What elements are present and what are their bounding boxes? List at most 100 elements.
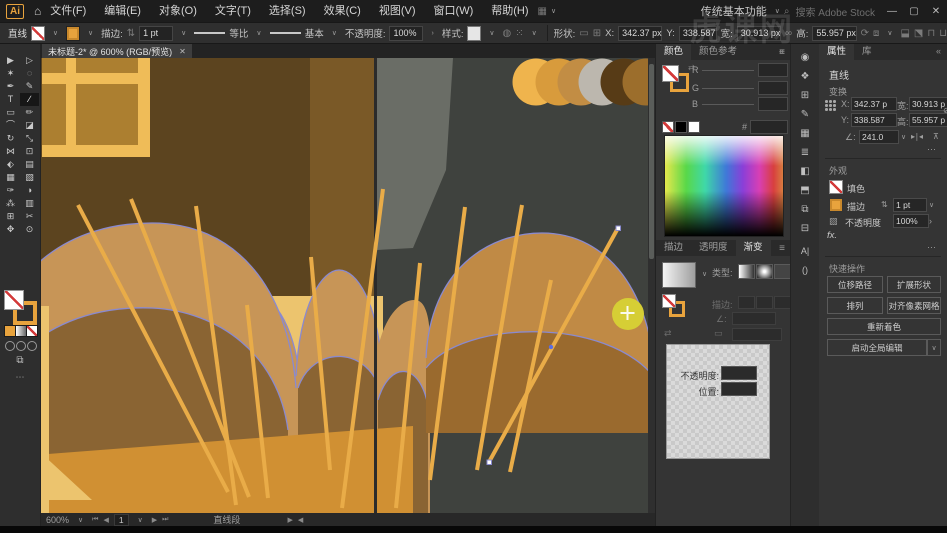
pathfinder-exclude-icon[interactable]: ⊔ (939, 28, 947, 39)
anchor-midpoint[interactable] (548, 344, 554, 350)
menu-view[interactable]: 视图(V) (370, 0, 425, 22)
r-value[interactable] (758, 63, 788, 77)
y-value[interactable]: 338.587 (678, 25, 717, 41)
screen-mode-icon[interactable]: ⧉ (6, 355, 34, 366)
pathfinder-minus-icon[interactable]: ⬔ (914, 28, 923, 39)
panel-libraries-icon[interactable]: ⬒ (791, 185, 819, 196)
brush-label[interactable]: 基本 (305, 26, 324, 40)
flip-horizontal-icon[interactable]: ▸∣◂ (911, 132, 923, 141)
b-slider[interactable] (702, 104, 754, 105)
tool-artboard[interactable]: ⊞ (1, 210, 20, 223)
chevron-down-icon[interactable]: ∨ (532, 29, 537, 37)
fill-swatch-none[interactable] (31, 25, 45, 41)
prev-artboard-icon[interactable]: ◀ (103, 516, 108, 524)
global-edit-button[interactable]: 启动全局编辑 (827, 339, 927, 356)
pathfinder-intersect-icon[interactable]: ⊓ (927, 28, 935, 39)
more-options-icon[interactable]: ··· (927, 144, 936, 154)
chevron-down-icon[interactable]: ∨ (78, 516, 83, 524)
black-swatch[interactable] (675, 121, 687, 133)
tool-slice[interactable]: ✂ (20, 210, 39, 223)
width-field[interactable]: 30.913 p (909, 97, 947, 111)
fill-proxy-none[interactable] (4, 290, 24, 310)
tool-graph[interactable]: ▥ (20, 197, 39, 210)
chevron-right-icon[interactable]: › (929, 216, 932, 226)
window-pane[interactable] (42, 58, 66, 73)
fill-swatch-none[interactable] (829, 180, 843, 194)
linear-gradient-button[interactable] (738, 264, 755, 279)
chevron-down-icon[interactable]: ∨ (901, 133, 906, 141)
panel-layers-icon[interactable]: ≣ (791, 147, 819, 158)
fx-button[interactable]: fx. (827, 230, 837, 241)
window-pane[interactable] (76, 84, 138, 145)
menu-effect[interactable]: 效果(C) (315, 0, 370, 22)
flip-vertical-icon[interactable]: ⊼ (933, 132, 939, 141)
tool-pencil[interactable]: ✏ (20, 106, 39, 119)
stroke-swatch[interactable] (829, 198, 843, 212)
panel-paragraph-icon[interactable]: () (791, 265, 819, 275)
tool-free-transform[interactable]: ⊡ (20, 145, 39, 158)
color-spectrum[interactable] (664, 135, 784, 237)
tab-libraries[interactable]: 库 (854, 44, 880, 60)
menu-object[interactable]: 对象(O) (150, 0, 206, 22)
align-objects-icon[interactable]: ⧈ (873, 28, 879, 39)
document-setup-icon[interactable]: ◍ (502, 28, 511, 39)
gradient-angle-field[interactable] (732, 312, 776, 325)
window-pane[interactable] (76, 58, 138, 73)
recolor-button[interactable]: 重新着色 (827, 318, 941, 335)
tab-transparency[interactable]: 透明度 (691, 240, 736, 256)
tool-eraser[interactable]: ◪ (20, 119, 39, 132)
stroke-within-button[interactable] (738, 296, 755, 309)
tab-stroke[interactable]: 描边 (656, 240, 691, 256)
tool-lasso[interactable]: ◌ (20, 67, 39, 80)
search-icon[interactable]: ⌕ (784, 6, 790, 17)
panel-export-icon[interactable]: ⧉ (791, 204, 819, 215)
stepper-icon[interactable]: ⇅ (881, 200, 888, 209)
stroke-profile-label[interactable]: 等比 (229, 26, 248, 40)
chevron-down-icon[interactable]: ∨ (181, 29, 186, 37)
none-button[interactable] (26, 325, 38, 337)
workspace-switcher[interactable]: 传统基本功能 (701, 3, 767, 19)
opacity-value[interactable]: 100% (389, 25, 424, 41)
chevron-down-icon[interactable]: ∨ (332, 29, 337, 37)
x-field[interactable]: 342.37 p (851, 97, 897, 111)
panel-pattern-icon[interactable]: ▦ (791, 128, 819, 139)
first-artboard-icon[interactable]: ⏮ (92, 516, 98, 524)
width-value[interactable]: 30.913 px (736, 25, 782, 41)
more-options-icon[interactable]: ··· (927, 242, 936, 252)
dock-collapse-icon[interactable]: « (779, 46, 784, 56)
stop-position-field[interactable] (721, 382, 757, 396)
panel-history-icon[interactable]: ⊟ (791, 223, 819, 234)
tool-symbol-sprayer[interactable]: ⁂ (1, 197, 20, 210)
stroke-weight-value[interactable]: 1 pt (139, 25, 174, 41)
transform-icon[interactable]: ⟳ (861, 28, 869, 39)
tool-blend[interactable]: ◑ (20, 184, 39, 197)
expand-shape-button[interactable]: 扩展形状 (887, 276, 941, 293)
chevron-down-icon[interactable]: ∨ (53, 29, 58, 37)
stroke-along-button[interactable] (756, 296, 773, 309)
tab-properties[interactable]: 属性 (819, 44, 855, 60)
draw-inside-icon[interactable] (27, 341, 37, 351)
tool-zoom[interactable]: ⊙ (20, 223, 39, 236)
draw-behind-icon[interactable] (16, 341, 26, 351)
next-artboard-icon[interactable]: ▶ (152, 516, 157, 524)
b-value[interactable] (758, 97, 788, 111)
stroke-color-swatch[interactable] (66, 25, 80, 41)
chevron-down-icon[interactable]: ∨ (887, 29, 892, 37)
chevron-down-icon[interactable]: ∨ (702, 270, 707, 278)
chevron-down-icon[interactable]: ∨ (929, 201, 934, 209)
tool-mesh[interactable]: ▦ (1, 171, 20, 184)
none-swatch[interactable] (662, 121, 674, 133)
freeform-gradient-button[interactable] (774, 264, 791, 279)
global-edit-dropdown[interactable]: ∨ (927, 339, 941, 356)
arrange-button[interactable]: 排列 (827, 297, 883, 314)
panel-character-icon[interactable]: A| (791, 246, 819, 256)
tool-gradient[interactable]: ▧ (20, 171, 39, 184)
gradient-swatch[interactable] (662, 262, 696, 288)
tool-pen[interactable]: ✒ (1, 80, 20, 93)
white-swatch[interactable] (688, 121, 700, 133)
panel-appearance-icon[interactable]: ◧ (791, 166, 819, 177)
tab-gradient[interactable]: 渐变 (735, 240, 771, 256)
hscroll-left-icon[interactable]: ◀ (298, 516, 303, 524)
stepper-icon[interactable]: ⇅ (127, 28, 135, 39)
chevron-down-icon[interactable]: ∨ (138, 516, 143, 524)
